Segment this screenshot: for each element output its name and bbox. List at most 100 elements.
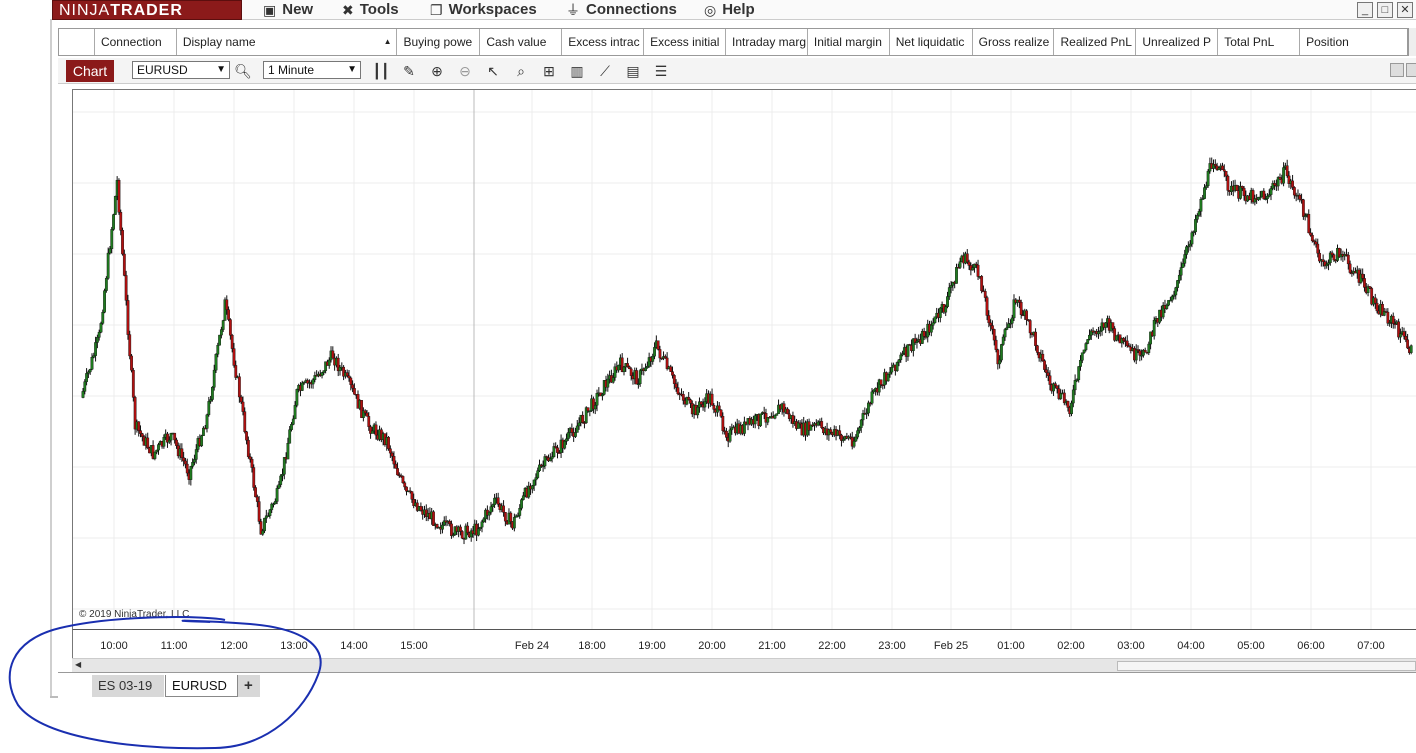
- candle-up: [521, 495, 525, 500]
- candle-up: [1190, 232, 1194, 245]
- candle-down: [1309, 232, 1312, 236]
- candle-up: [1325, 264, 1329, 267]
- time-axis-tick-label: 03:00: [1117, 640, 1145, 652]
- candle-down: [140, 433, 144, 437]
- menu-workspaces[interactable]: ❐ Workspaces: [430, 0, 537, 20]
- accounts-grid-header: Connection Display name ▲ Buying powe Ca…: [58, 28, 1408, 56]
- pencil-drawing-icon[interactable]: ✎: [400, 62, 418, 80]
- time-axis-tick-label: 05:00: [1237, 640, 1265, 652]
- grid-col-position[interactable]: Position: [1300, 29, 1407, 55]
- pointer-icon[interactable]: ↖: [484, 62, 502, 80]
- scroll-left-arrow-icon[interactable]: ◀: [75, 660, 81, 669]
- zoom-out-icon[interactable]: ⊖: [456, 62, 474, 80]
- candle-down: [1235, 185, 1239, 191]
- candle-up: [867, 402, 870, 414]
- candle-up: [277, 484, 281, 489]
- strategies-icon[interactable]: ⟋: [596, 62, 614, 80]
- candle-up: [1327, 262, 1330, 265]
- data-box-icon[interactable]: ⌕: [512, 62, 530, 80]
- candlestick-chart[interactable]: [73, 90, 1416, 630]
- price-chart-panel[interactable]: © 2019 NinjaTrader, LLC: [72, 89, 1416, 630]
- instrument-selector[interactable]: EURUSD ▼: [132, 61, 230, 79]
- candle-down: [255, 496, 259, 502]
- chart-horizontal-scrollbar[interactable]: ◀: [72, 658, 1416, 672]
- candle-down: [1292, 187, 1296, 196]
- candle-down: [674, 383, 678, 388]
- interval-selector[interactable]: 1 Minute ▼: [263, 61, 361, 79]
- tab-eurusd[interactable]: EURUSD: [165, 675, 238, 697]
- menu-tools[interactable]: ✖ Tools: [342, 0, 399, 20]
- chart-tab[interactable]: Chart: [66, 60, 114, 82]
- chart-trader-toggle[interactable]: [1390, 63, 1404, 77]
- candle-up: [1088, 334, 1091, 340]
- grid-col-intraday-margin[interactable]: Intraday marg: [726, 29, 808, 55]
- candle-down: [554, 446, 558, 448]
- left-frame: [50, 20, 52, 696]
- grid-col-net-liquidation[interactable]: Net liquidatic: [890, 29, 973, 55]
- time-axis[interactable]: 10:00 11:00 12:00 13:00 14:00 15:00 Feb 24 18:0…: [72, 629, 1416, 659]
- grid-col-excess-intraday[interactable]: Excess intrac: [562, 29, 645, 55]
- templates-icon[interactable]: ⊞: [540, 62, 558, 80]
- add-tab-button[interactable]: +: [238, 675, 260, 697]
- panel-toggle[interactable]: [1406, 63, 1416, 77]
- minimize-button[interactable]: _: [1357, 2, 1373, 18]
- candle-up: [899, 354, 903, 361]
- candle-up: [606, 378, 610, 388]
- time-axis-tick-label: 10:00: [100, 640, 128, 652]
- candle-up: [491, 504, 495, 507]
- candle-up: [290, 424, 293, 430]
- grid-col-blank[interactable]: [59, 29, 95, 55]
- grid-col-realized-pnl[interactable]: Realized PnL: [1054, 29, 1137, 55]
- candle-up: [221, 320, 225, 330]
- candle-up: [1203, 187, 1206, 199]
- candle-down: [1226, 175, 1230, 191]
- candle-up: [477, 528, 480, 536]
- scrollbar-thumb[interactable]: [1117, 661, 1416, 671]
- grid-col-excess-initial[interactable]: Excess initial: [644, 29, 726, 55]
- maximize-button[interactable]: □: [1377, 2, 1393, 18]
- candle-down: [459, 526, 462, 532]
- candle-up: [489, 506, 493, 513]
- grid-col-gross-realized[interactable]: Gross realize: [973, 29, 1055, 55]
- menu-help[interactable]: ◎ Help: [704, 0, 755, 20]
- candle-up: [1282, 167, 1285, 184]
- candle-up: [1206, 170, 1210, 186]
- candle-up: [200, 435, 204, 447]
- search-icon[interactable]: 🔍︎: [234, 62, 252, 80]
- candle-down: [1043, 360, 1046, 370]
- workspaces-icon: ❐: [430, 2, 443, 18]
- close-button[interactable]: ✕: [1397, 2, 1413, 18]
- candle-down: [992, 329, 996, 341]
- interval-value: 1 Minute: [268, 63, 315, 77]
- candle-down: [248, 456, 252, 460]
- grid-col-initial-margin[interactable]: Initial margin: [808, 29, 890, 55]
- menu-connections[interactable]: ⏚ Connections: [566, 0, 677, 20]
- indicators-icon[interactable]: ▥: [568, 62, 586, 80]
- grid-col-connection[interactable]: Connection: [95, 29, 177, 55]
- bar-type-icon[interactable]: ┃┃: [372, 62, 390, 80]
- candle-up: [1195, 215, 1199, 220]
- grid-col-buying-power[interactable]: Buying powe: [397, 29, 481, 55]
- candle-up: [1177, 274, 1181, 281]
- candle-down: [331, 350, 335, 359]
- grid-scrollbar[interactable]: [1408, 28, 1416, 56]
- time-axis-tick-label: 12:00: [220, 640, 248, 652]
- menu-new[interactable]: ▣ New: [263, 0, 313, 20]
- grid-col-total-pnl[interactable]: Total PnL: [1218, 29, 1301, 55]
- candle-up: [207, 401, 211, 416]
- logo-text-trader: TRADER: [110, 2, 183, 19]
- chart-trader-list-icon[interactable]: ☰: [652, 62, 670, 80]
- candle-down: [394, 463, 398, 469]
- grid-col-display-name[interactable]: Display name ▲: [177, 29, 398, 55]
- candle-up: [219, 329, 223, 336]
- properties-icon[interactable]: ▤: [624, 62, 642, 80]
- candle-down: [185, 463, 189, 474]
- grid-col-cash-value[interactable]: Cash value: [480, 29, 563, 55]
- time-axis-tick-label: Feb 25: [933, 640, 969, 652]
- tab-es-03-19[interactable]: ES 03-19: [92, 675, 164, 697]
- grid-col-unrealized-pnl[interactable]: Unrealized P: [1136, 29, 1219, 55]
- zoom-in-icon[interactable]: ⊕: [428, 62, 446, 80]
- candle-up: [856, 430, 860, 438]
- candle-down: [1046, 372, 1050, 376]
- candle-up: [211, 386, 214, 400]
